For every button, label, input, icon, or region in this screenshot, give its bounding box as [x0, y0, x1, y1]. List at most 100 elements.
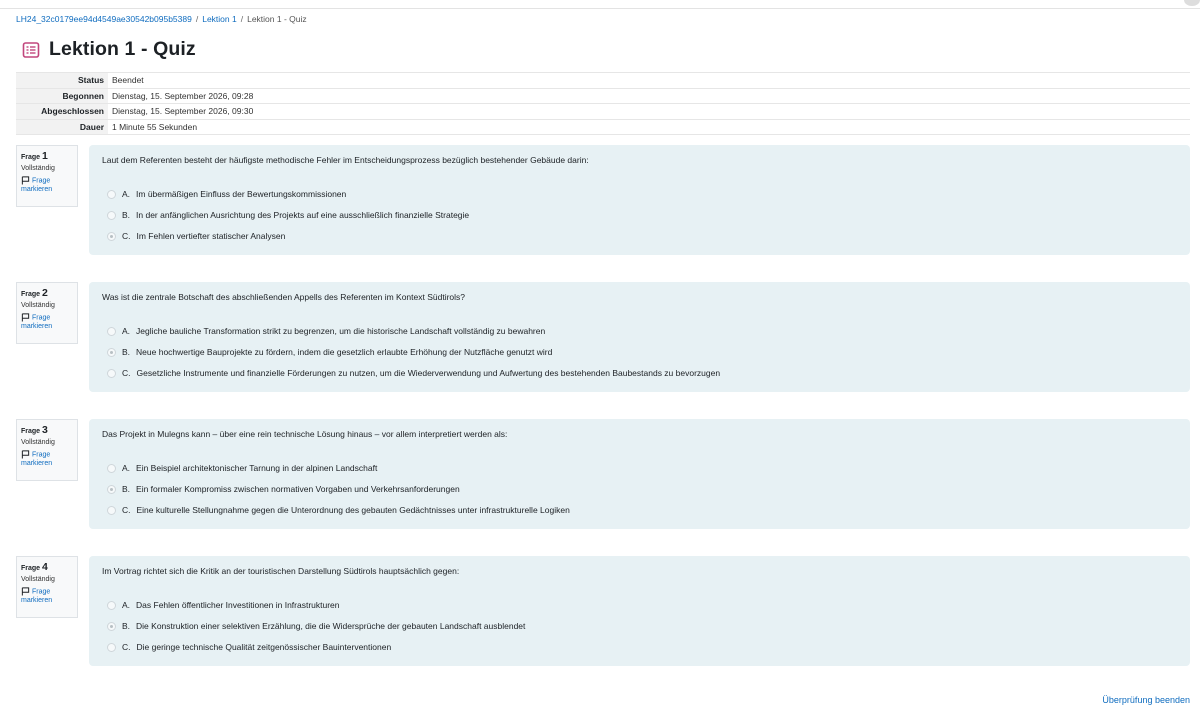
- attempt-summary-table: Status Beendet Begonnen Dienstag, 15. Sept…: [16, 72, 1190, 135]
- summary-label: Abgeschlossen: [16, 103, 108, 119]
- answer-option[interactable]: A. Im übermäßigen Einfluss der Bewertungs…: [107, 189, 346, 199]
- answer-radio[interactable]: [107, 484, 116, 494]
- answer-text: Die geringe technische Qualität zeitgenö…: [136, 642, 392, 652]
- flag-question-button[interactable]: Frage markieren: [21, 587, 73, 605]
- answer-text: Im übermäßigen Einfluss der Bewertungsko…: [136, 189, 347, 199]
- summary-value: Beendet: [108, 72, 1190, 88]
- answer-letter: C.: [122, 231, 131, 241]
- summary-label: Begonnen: [16, 87, 108, 104]
- answer-radio[interactable]: [107, 189, 116, 199]
- summary-row: Status Beendet: [16, 72, 1190, 88]
- breadcrumb: LH24_32c0179ee94d4549ae30542b095b5389/Le…: [16, 14, 307, 24]
- answer-letter: B.: [122, 621, 131, 631]
- flag-icon: [21, 587, 30, 596]
- quiz-icon: [22, 41, 40, 58]
- summary-label: Dauer: [16, 118, 108, 135]
- question-number: Frage 4: [21, 561, 73, 573]
- question-number-value: 1: [42, 150, 48, 162]
- answer-letter: A.: [122, 326, 131, 336]
- answer-option[interactable]: A. Das Fehlen öffentlicher Investitionen …: [107, 600, 340, 610]
- answer-radio[interactable]: [107, 642, 116, 652]
- question-number-value: 4: [42, 561, 48, 573]
- answer-radio[interactable]: [107, 347, 116, 357]
- answer-radio[interactable]: [107, 231, 116, 241]
- question-box: Im Vortrag richtet sich die Kritik an de…: [89, 556, 1190, 666]
- flag-icon: [21, 176, 30, 185]
- answer-option[interactable]: A. Jegliche bauliche Transformation strik…: [107, 326, 545, 336]
- summary-row: Begonnen Dienstag, 15. September 2026, 09…: [16, 87, 1190, 104]
- answer-text: Ein formaler Kompromiss zwischen normati…: [136, 484, 460, 494]
- flag-question-button[interactable]: Frage markieren: [21, 176, 73, 194]
- question-text: Im Vortrag richtet sich die Kritik an de…: [102, 566, 460, 576]
- answer-option[interactable]: B. Neue hochwertige Bauprojekte zu förder…: [107, 347, 552, 357]
- question-info: Frage 1 Vollständig Frage markieren: [16, 145, 78, 207]
- answer-letter: A.: [122, 463, 131, 473]
- flag-question-button[interactable]: Frage markieren: [21, 313, 73, 331]
- question-box: Laut dem Referenten besteht der häufigst…: [89, 145, 1190, 255]
- question-info: Frage 3 Vollständig Frage markieren: [16, 419, 78, 481]
- question-label: Frage: [21, 428, 41, 435]
- answer-letter: B.: [122, 484, 131, 494]
- summary-row: Abgeschlossen Dienstag, 15. September 202…: [16, 103, 1190, 119]
- answer-text: In der anfänglichen Ausrichtung des Proj…: [136, 210, 470, 220]
- answer-option[interactable]: A. Ein Beispiel architektonischer Tarnung…: [107, 463, 377, 473]
- question-box: Das Projekt in Mulegns kann – über eine …: [89, 419, 1190, 529]
- question-number: Frage 1: [21, 150, 73, 162]
- question-state: Vollständig: [21, 576, 55, 583]
- answer-text: Das Fehlen öffentlicher Investitionen in…: [136, 600, 340, 610]
- answer-text: Im Fehlen vertiefter statischer Analysen: [136, 231, 286, 241]
- answer-text: Ein Beispiel architektonischer Tarnung i…: [136, 463, 378, 473]
- question-state: Vollständig: [21, 165, 55, 172]
- answer-radio[interactable]: [107, 368, 116, 378]
- answer-option[interactable]: C. Die geringe technische Qualität zeitge…: [107, 642, 391, 652]
- question-number-value: 3: [42, 424, 48, 436]
- flag-icon: [21, 313, 30, 322]
- top-bar: [0, 0, 1200, 9]
- answer-option[interactable]: C. Im Fehlen vertiefter statischer Analys…: [107, 231, 285, 241]
- question-number-value: 2: [42, 287, 48, 299]
- answer-radio[interactable]: [107, 326, 116, 336]
- answer-text: Gesetzliche Instrumente und finanzielle …: [136, 368, 721, 378]
- answer-letter: A.: [122, 189, 131, 199]
- question-number: Frage 3: [21, 424, 73, 436]
- answer-option[interactable]: C. Gesetzliche Instrumente und finanziell…: [107, 368, 720, 378]
- answer-radio[interactable]: [107, 505, 116, 515]
- summary-value: Dienstag, 15. September 2026, 09:30: [108, 103, 1190, 119]
- answer-radio[interactable]: [107, 600, 116, 610]
- answer-option[interactable]: B. Ein formaler Kompromiss zwischen norma…: [107, 484, 460, 494]
- answer-letter: A.: [122, 600, 131, 610]
- breadcrumb-lesson[interactable]: Lektion 1: [202, 14, 237, 24]
- breadcrumb-current: Lektion 1 - Quiz: [247, 14, 307, 24]
- avatar[interactable]: [1184, 0, 1200, 6]
- summary-label: Status: [16, 72, 108, 88]
- answer-text: Eine kulturelle Stellungnahme gegen die …: [136, 505, 570, 515]
- answer-radio[interactable]: [107, 621, 116, 631]
- question-label: Frage: [21, 291, 41, 298]
- answer-radio[interactable]: [107, 210, 116, 220]
- question-state: Vollständig: [21, 439, 55, 446]
- answer-letter: C.: [122, 368, 131, 378]
- answer-option[interactable]: B. In der anfänglichen Ausrichtung des Pr…: [107, 210, 469, 220]
- flag-question-button[interactable]: Frage markieren: [21, 450, 73, 468]
- question-box: Was ist die zentrale Botschaft des absch…: [89, 282, 1190, 392]
- flag-icon: [21, 450, 30, 459]
- answer-text: Die Konstruktion einer selektiven Erzähl…: [136, 621, 526, 631]
- answer-letter: B.: [122, 347, 131, 357]
- question-text: Laut dem Referenten besteht der häufigst…: [102, 155, 589, 165]
- answer-letter: C.: [122, 505, 131, 515]
- finish-review-link[interactable]: Überprüfung beenden: [1102, 695, 1190, 705]
- breadcrumb-course[interactable]: LH24_32c0179ee94d4549ae30542b095b5389: [16, 14, 192, 24]
- summary-row: Dauer 1 Minute 55 Sekunden: [16, 118, 1190, 135]
- answer-option[interactable]: B. Die Konstruktion einer selektiven Erzä…: [107, 621, 525, 631]
- summary-value: 1 Minute 55 Sekunden: [108, 118, 1190, 135]
- page-header: Lektion 1 - Quiz: [22, 38, 196, 61]
- question-text: Das Projekt in Mulegns kann – über eine …: [102, 429, 508, 439]
- question-text: Was ist die zentrale Botschaft des absch…: [102, 292, 466, 302]
- answer-radio[interactable]: [107, 463, 116, 473]
- answer-text: Neue hochwertige Bauprojekte zu fördern,…: [136, 347, 553, 357]
- answer-option[interactable]: C. Eine kulturelle Stellungnahme gegen di…: [107, 505, 570, 515]
- page-title: Lektion 1 - Quiz: [49, 38, 196, 60]
- question-info: Frage 4 Vollständig Frage markieren: [16, 556, 78, 618]
- question-label: Frage: [21, 154, 41, 161]
- question-label: Frage: [21, 565, 41, 572]
